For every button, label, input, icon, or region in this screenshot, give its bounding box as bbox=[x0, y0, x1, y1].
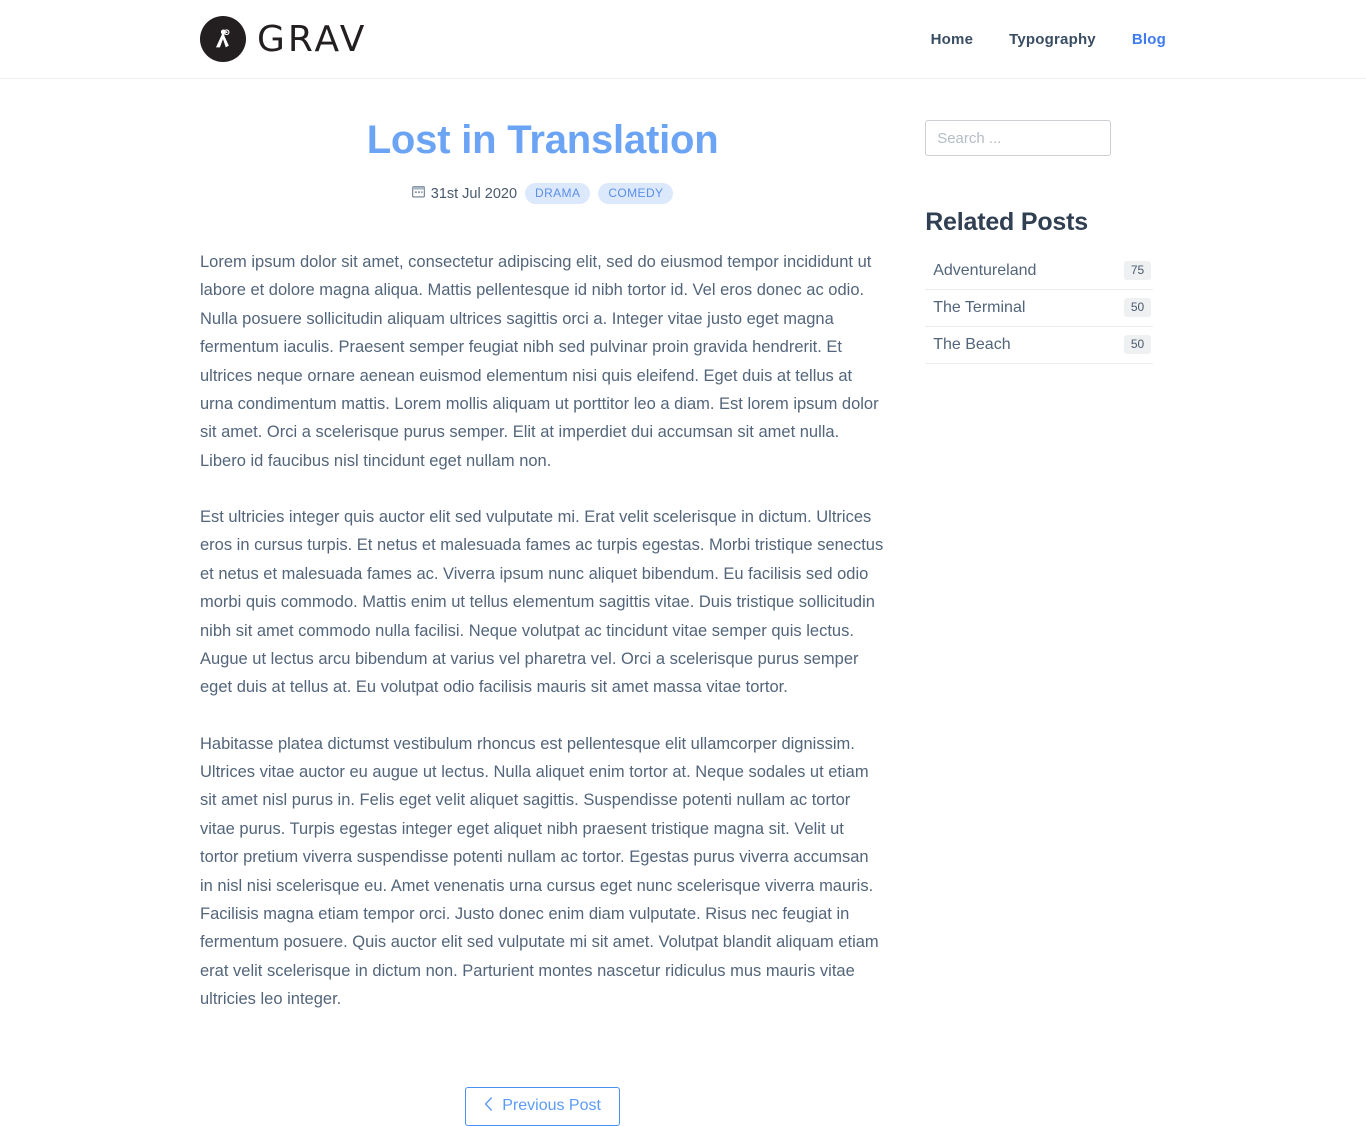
list-item[interactable]: The Terminal 50 bbox=[925, 290, 1154, 327]
post-paragraph: Lorem ipsum dolor sit amet, consectetur … bbox=[200, 253, 879, 470]
related-post-link[interactable]: The Terminal bbox=[933, 299, 1025, 317]
related-post-link[interactable]: Adventureland bbox=[933, 262, 1036, 280]
previous-post-label: Previous Post bbox=[502, 1097, 601, 1115]
related-posts-list: Adventureland 75 The Terminal 50 The Bea… bbox=[925, 253, 1154, 364]
tag-comedy[interactable]: COMEDY bbox=[598, 183, 674, 204]
post-meta: 31st Jul 2020 DRAMA COMEDY bbox=[200, 183, 885, 204]
post-body: Lorem ipsum dolor sit amet, consectetur … bbox=[200, 248, 885, 1013]
nav-item-blog[interactable]: Blog bbox=[1132, 31, 1166, 48]
site-header: GRAV Home Typography Blog bbox=[0, 0, 1366, 79]
related-post-link[interactable]: The Beach bbox=[933, 336, 1010, 354]
related-post-count: 50 bbox=[1123, 298, 1152, 317]
tag-drama[interactable]: DRAMA bbox=[525, 183, 591, 204]
post-date: 31st Jul 2020 bbox=[411, 185, 518, 202]
page-title: Lost in Translation bbox=[366, 118, 719, 162]
page-container: Lost in Translation 31st Jul 2020 DRAMA … bbox=[0, 79, 1366, 1126]
brand-name: GRAV bbox=[257, 18, 368, 60]
sidebar: Related Posts Adventureland 75 The Termi… bbox=[925, 79, 1166, 364]
list-item[interactable]: Adventureland 75 bbox=[925, 253, 1154, 290]
related-post-count: 50 bbox=[1123, 335, 1152, 354]
search-input[interactable] bbox=[925, 120, 1112, 156]
related-post-count: 75 bbox=[1123, 261, 1152, 280]
nav-item-typography[interactable]: Typography bbox=[1009, 31, 1096, 48]
main-navigation: Home Typography Blog bbox=[931, 31, 1166, 48]
calendar-icon bbox=[411, 185, 425, 202]
grav-compass-logo-icon bbox=[200, 16, 246, 62]
post-pagination: Previous Post bbox=[200, 1087, 885, 1126]
nav-item-home[interactable]: Home bbox=[931, 31, 973, 48]
related-posts-heading: Related Posts bbox=[925, 208, 1088, 236]
list-item[interactable]: The Beach 50 bbox=[925, 327, 1154, 364]
main-content: Lost in Translation 31st Jul 2020 DRAMA … bbox=[200, 79, 885, 1126]
previous-post-button[interactable]: Previous Post bbox=[465, 1087, 620, 1126]
post-paragraph: Est ultricies integer quis auctor elit s… bbox=[200, 508, 884, 697]
post-date-text: 31st Jul 2020 bbox=[430, 185, 518, 202]
brand-logo-link[interactable]: GRAV bbox=[200, 16, 367, 62]
chevron-left-icon bbox=[484, 1097, 493, 1115]
post-paragraph: Habitasse platea dictumst vestibulum rho… bbox=[200, 734, 879, 1008]
